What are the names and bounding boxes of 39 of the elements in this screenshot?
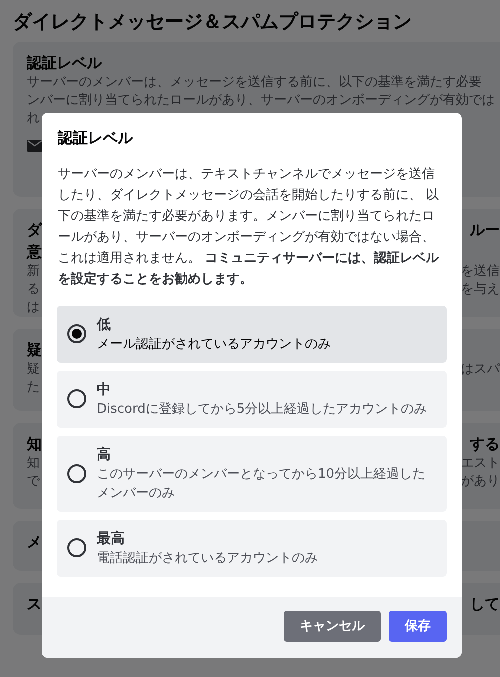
- card-text: 知: [27, 455, 40, 473]
- radio-checked-icon: [67, 324, 87, 344]
- radio-option[interactable]: 高 このサーバーのメンバーとなってから10分以上経過したメンバーのみ: [57, 436, 447, 512]
- radio-unchecked-icon: [67, 538, 87, 558]
- card-title: 知: [27, 434, 42, 455]
- card-text: を送信: [461, 263, 500, 281]
- radio-option[interactable]: 最高 電話認証がされているアカウントのみ: [57, 520, 447, 576]
- card-text: 疑: [27, 361, 40, 379]
- card-text: ンバーに割り当てられたロールがあり、サーバーのオンボーディングが有効では: [27, 92, 495, 110]
- dialog-title: 認証レベル: [56, 128, 134, 149]
- card-title: メ: [27, 532, 42, 553]
- radio-unchecked-icon: [67, 464, 87, 484]
- radio-option[interactable]: 低 メール認証がされているアカウントのみ: [57, 306, 447, 362]
- card-title: して: [470, 594, 500, 615]
- page-title: ダイレクトメッセージ＆スパムプロテクション: [12, 10, 413, 35]
- card-title: 疑: [27, 340, 42, 361]
- card-text: る: [27, 281, 40, 299]
- card-title: 意: [27, 242, 42, 263]
- envelope-icon: [27, 140, 43, 152]
- card-text: 新: [27, 263, 40, 281]
- card-title: ス: [27, 594, 42, 615]
- radio-unchecked-icon: [67, 389, 87, 409]
- radio-option[interactable]: 中 Discordに登録してから5分以上経過したアカウントのみ: [57, 370, 447, 428]
- card-text: エスト: [461, 455, 500, 473]
- card-text: があり: [461, 473, 500, 491]
- card-title: する: [470, 434, 500, 455]
- save-button[interactable]: 保存: [389, 610, 447, 642]
- card-text: を与え: [461, 281, 500, 299]
- dialog-description: サーバーのメンバーは、テキストチャンネルでメッセージを送信したり、ダイレクトメッセージの会話を開始したりする前に、 以下の基準を満たす必要があります。メンバーに割り当てられたロールがあり、サーバーのオンボーディングが有効ではない場合、これは適用されません。 コミュニティサーバーには、認証レベルを設定することをお勧めします。: [57, 166, 440, 288]
- card-title: 認証レベル: [27, 53, 102, 74]
- card-text: で: [27, 473, 40, 491]
- card-text: れ: [27, 110, 40, 128]
- card-text: はスパ: [461, 361, 500, 379]
- card-text: は: [27, 299, 40, 317]
- card-text: サーバーのメンバーは、メッセージを送信する前に、以下の基準を満たす必要: [27, 74, 482, 92]
- card-text: た: [27, 379, 40, 397]
- cancel-button[interactable]: キャンセル: [284, 610, 381, 642]
- card-title: ダ: [27, 220, 42, 241]
- card-title: ルー: [470, 220, 500, 241]
